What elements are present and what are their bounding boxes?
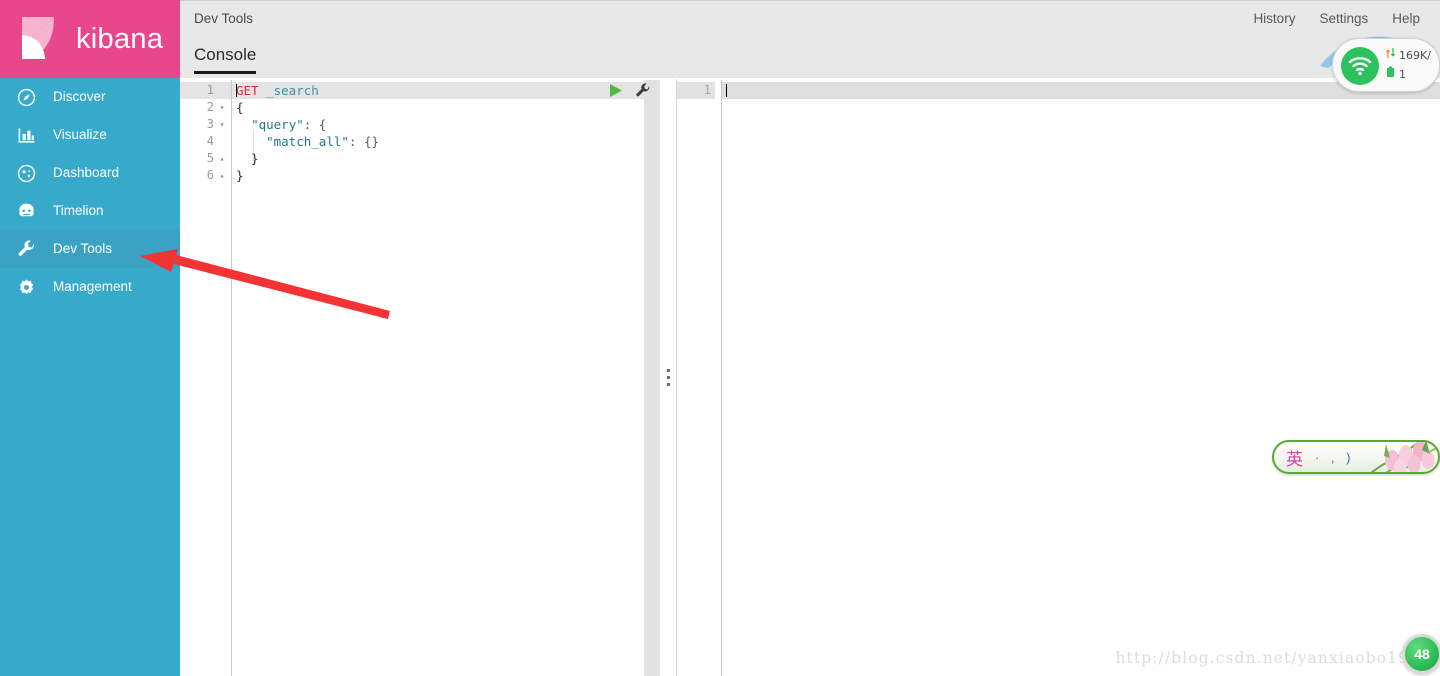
header-links: History Settings Help xyxy=(1253,12,1420,26)
fold-marker-down-icon[interactable]: ▾ xyxy=(217,103,227,112)
main-content-area: Dev Tools History Settings Help Console … xyxy=(180,0,1440,676)
gutter-line[interactable]: 4 ▾ xyxy=(180,133,231,150)
kibana-app-window: kibana Discover Visualize Dashboard Time… xyxy=(0,0,1440,676)
status-badge[interactable]: 48 xyxy=(1402,634,1440,674)
gutter-line[interactable]: 6 ▴ xyxy=(180,167,231,184)
editor-action-buttons xyxy=(609,82,651,99)
sidebar-item-timelion[interactable]: Timelion xyxy=(0,192,180,230)
output-line-number-gutter: 1 xyxy=(677,80,721,676)
sidebar-item-label: Discover xyxy=(53,89,106,105)
code-line[interactable]: GET _search xyxy=(232,82,660,99)
gutter-line[interactable]: 2 ▾ xyxy=(180,99,231,116)
editor-vertical-scrollbar[interactable] xyxy=(644,80,660,676)
fold-marker-down-icon[interactable]: ▾ xyxy=(217,120,227,129)
network-speed-row: 169K/ xyxy=(1385,46,1431,65)
editor-line-number-gutter: 1 ▾ 2 ▾ 3 ▾ 4 ▾ xyxy=(180,80,231,676)
sidebar-item-label: Dev Tools xyxy=(53,241,113,257)
wifi-icon[interactable] xyxy=(1341,47,1379,85)
battery-icon xyxy=(1386,65,1395,84)
network-widget-stats: 169K/ 1 xyxy=(1385,46,1431,84)
timelion-icon xyxy=(16,201,36,221)
dashboard-icon xyxy=(16,163,36,183)
header-link-settings[interactable]: Settings xyxy=(1319,12,1368,26)
tab-console[interactable]: Console xyxy=(194,45,257,74)
code-line[interactable]: "match_all": {} xyxy=(232,133,660,150)
network-speed-widget[interactable]: 169K/ 1 xyxy=(1332,38,1440,92)
response-output-pane[interactable]: 1 xyxy=(676,78,1440,676)
ime-floating-toolbar[interactable]: 英 · , ) xyxy=(1272,440,1440,474)
fold-marker-up-icon[interactable]: ▴ xyxy=(217,171,227,180)
code-line[interactable]: "query": { xyxy=(232,116,660,133)
ime-mode-indicator[interactable]: 英 xyxy=(1286,445,1303,470)
header-link-help[interactable]: Help xyxy=(1392,12,1420,26)
header-link-history[interactable]: History xyxy=(1253,12,1295,26)
text-cursor xyxy=(726,84,727,97)
global-sidebar: kibana Discover Visualize Dashboard Time… xyxy=(0,0,180,676)
kibana-k-logo-icon xyxy=(14,13,66,65)
sidebar-item-dashboard[interactable]: Dashboard xyxy=(0,154,180,192)
send-request-play-icon[interactable] xyxy=(609,83,623,98)
ime-punctuation-toggle[interactable]: · , ) xyxy=(1315,450,1355,465)
gear-icon xyxy=(16,277,36,297)
pane-splitter-handle[interactable] xyxy=(660,78,676,676)
code-line[interactable]: } xyxy=(232,167,660,184)
sidebar-item-dev-tools[interactable]: Dev Tools xyxy=(0,230,180,268)
gutter-line[interactable]: 5 ▴ xyxy=(180,150,231,167)
sidebar-nav: Discover Visualize Dashboard Timelion De… xyxy=(0,78,180,306)
sidebar-item-label: Management xyxy=(53,279,132,295)
sidebar-item-label: Dashboard xyxy=(53,165,120,181)
request-editor-pane[interactable]: 1 ▾ 2 ▾ 3 ▾ 4 ▾ xyxy=(180,78,660,676)
sidebar-item-management[interactable]: Management xyxy=(0,268,180,306)
tulip-flowers-icon xyxy=(1356,442,1438,472)
page-title: Dev Tools xyxy=(194,11,254,26)
network-connections-row: 1 xyxy=(1386,65,1431,84)
network-speed-value: 169K/ xyxy=(1399,49,1431,62)
up-down-arrows-icon xyxy=(1385,46,1396,65)
code-line[interactable]: { xyxy=(232,99,660,116)
network-connections-value: 1 xyxy=(1399,68,1406,81)
console-workspace: 1 ▾ 2 ▾ 3 ▾ 4 ▾ xyxy=(180,78,1440,676)
sidebar-item-discover[interactable]: Discover xyxy=(0,78,180,116)
kibana-wordmark: kibana xyxy=(76,22,164,55)
compass-icon xyxy=(16,87,36,107)
tab-bar: Console xyxy=(180,45,1440,78)
wrench-icon xyxy=(16,239,36,259)
bar-chart-icon xyxy=(16,125,36,145)
request-code-area[interactable]: GET _search { "query": { "match_all": {}… xyxy=(231,80,660,676)
sidebar-item-label: Visualize xyxy=(53,127,107,143)
gutter-line[interactable]: 3 ▾ xyxy=(180,116,231,133)
gutter-line[interactable]: 1 ▾ xyxy=(180,82,231,99)
sidebar-item-label: Timelion xyxy=(53,203,104,219)
code-line[interactable]: } xyxy=(232,150,660,167)
sidebar-item-visualize[interactable]: Visualize xyxy=(0,116,180,154)
response-code-area[interactable] xyxy=(721,80,1440,676)
editor-wrench-icon[interactable] xyxy=(635,82,651,99)
watermark-url: http://blog.csdn.net/yanxiaobo199 xyxy=(1115,649,1420,667)
vertical-drag-handle-icon[interactable] xyxy=(666,368,670,386)
top-header-bar: Dev Tools History Settings Help xyxy=(180,1,1440,45)
fold-marker-up-icon[interactable]: ▴ xyxy=(217,154,227,163)
gutter-line: 1 xyxy=(677,82,715,99)
kibana-logo-block[interactable]: kibana xyxy=(0,0,180,78)
